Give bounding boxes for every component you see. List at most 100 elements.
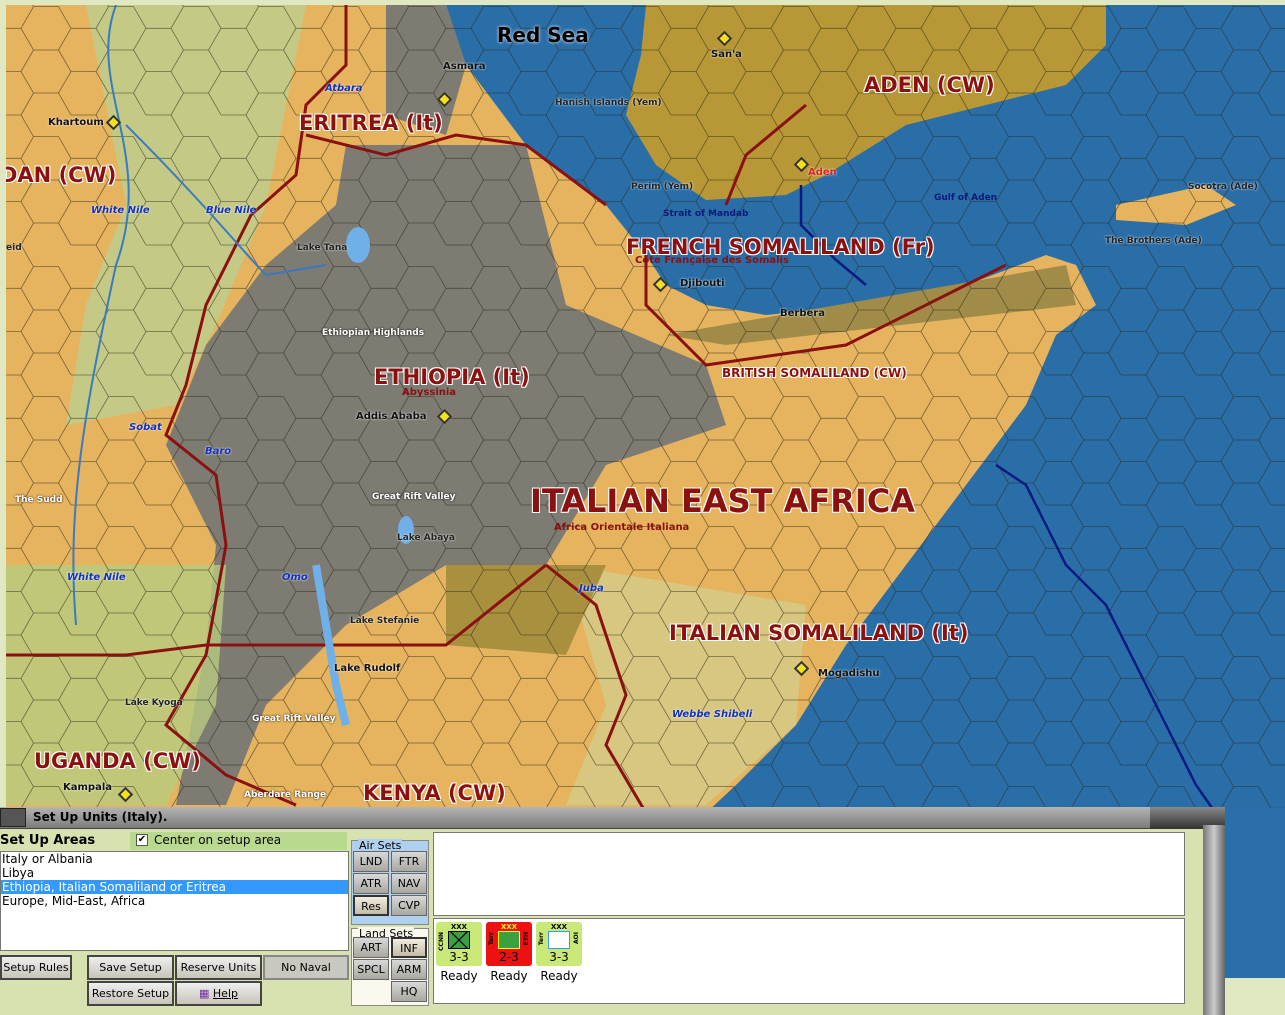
air-set-ftr[interactable]: FTR xyxy=(391,851,427,872)
country-label: DAN (CW) xyxy=(0,163,117,187)
feature-label: Hanish Islands (Yem) xyxy=(555,98,662,108)
feature-label: Aberdare Range xyxy=(244,790,327,800)
region-subtitle: Abyssinia xyxy=(402,387,457,398)
air-set-nav[interactable]: NAV xyxy=(391,873,427,894)
list-item[interactable]: Libya xyxy=(1,866,348,880)
sea-label: Red Sea xyxy=(497,23,589,47)
river-label: Sobat xyxy=(129,422,162,433)
feature-label: Lake Kyoga xyxy=(125,698,183,708)
unit-size: XXX xyxy=(500,923,518,931)
feature-label: Lake Tana xyxy=(297,243,348,253)
region-subtitle: Africa Orientale Italiana xyxy=(554,522,690,533)
city-label: Kampala xyxy=(63,782,112,793)
restore-setup-button[interactable]: Restore Setup xyxy=(87,981,174,1006)
unit-counter[interactable]: XXX Terr ETH 2-3 Ready xyxy=(486,922,532,983)
unit-type: CCNN xyxy=(438,932,445,951)
center-on-setup-area-row[interactable]: ✔ Center on setup area xyxy=(130,832,347,850)
panel-title-bar[interactable]: Set Up Units (Italy). xyxy=(0,807,1225,829)
panel-scrollbar[interactable] xyxy=(1203,825,1225,1015)
feature-label: Great Rift Valley xyxy=(252,714,336,724)
no-naval-button[interactable]: No Naval xyxy=(263,955,349,980)
air-set-res[interactable]: Res xyxy=(353,895,389,916)
save-setup-button[interactable]: Save Setup xyxy=(87,955,174,980)
city-label: Khartoum xyxy=(48,117,104,128)
territorial-infantry-icon xyxy=(498,931,520,949)
unit-size: XXX xyxy=(450,923,468,931)
river-label: Blue Nile xyxy=(206,205,257,216)
setup-rules-button[interactable]: Setup Rules xyxy=(0,955,72,980)
air-set-atr[interactable]: ATR xyxy=(353,873,389,894)
country-label: ERITREA (It) xyxy=(299,111,443,135)
units-tray: XXX CCNN 3-3 Ready XXX Terr ETH 2-3 Read… xyxy=(433,918,1185,1004)
unit-counter[interactable]: XXX Terr AOI 3-3 Ready xyxy=(536,922,582,983)
feature-label: Great Rift Valley xyxy=(372,492,456,502)
unit-status: Ready xyxy=(490,969,528,983)
unit-counter-chip[interactable]: XXX Terr AOI 3-3 xyxy=(536,922,582,966)
unit-info-box xyxy=(433,832,1185,916)
center-on-setup-area-checkbox[interactable]: ✔ xyxy=(136,834,148,846)
city-label: Asmara xyxy=(443,61,486,72)
map-bottom-strip xyxy=(1225,978,1285,1015)
unit-status: Ready xyxy=(440,969,478,983)
country-label: BRITISH SOMALILAND (CW) xyxy=(722,366,907,380)
country-label: UGANDA (CW) xyxy=(34,749,201,773)
air-set-lnd[interactable]: LND xyxy=(353,851,389,872)
feature-label: Perim (Yem) xyxy=(631,182,694,192)
region-subtitle: Côte Française des Somalis xyxy=(635,255,789,266)
air-set-cvp[interactable]: CVP xyxy=(391,895,427,916)
unit-region: ETH xyxy=(523,932,530,946)
list-item[interactable]: Italy or Albania xyxy=(1,852,348,866)
unit-region: AOI xyxy=(573,932,580,944)
unit-size: XXX xyxy=(550,923,568,931)
country-label: ITALIAN EAST AFRICA xyxy=(530,482,916,520)
unit-counter-chip[interactable]: XXX Terr ETH 2-3 xyxy=(486,922,532,966)
city-label: Mogadishu xyxy=(818,668,880,679)
territorial-infantry-icon xyxy=(548,931,570,949)
list-item-selected[interactable]: Ethiopia, Italian Somaliland or Eritrea xyxy=(1,880,348,894)
list-item[interactable]: Europe, Mid-East, Africa xyxy=(1,894,348,908)
feature-label: eid xyxy=(6,243,22,253)
city-label: Djibouti xyxy=(680,278,725,289)
panel-title: Set Up Units (Italy). xyxy=(33,810,168,824)
river-label: Omo xyxy=(282,572,308,583)
land-set-arm[interactable]: ARM xyxy=(391,959,427,980)
help-button[interactable]: ▦ Help xyxy=(175,981,262,1006)
land-sets-group: Land Sets ART INF SPCL ARM HQ xyxy=(351,927,429,1006)
unit-strength: 2-3 xyxy=(499,950,519,964)
unit-counter-chip[interactable]: XXX CCNN 3-3 xyxy=(436,922,482,966)
center-on-setup-area-label: Center on setup area xyxy=(154,833,282,847)
reserve-units-button[interactable]: Reserve Units xyxy=(175,955,262,980)
land-set-spcl[interactable]: SPCL xyxy=(353,959,389,980)
feature-label: Gulf of Aden xyxy=(934,193,998,203)
city-label: Berbera xyxy=(780,308,825,319)
unit-type: Terr xyxy=(538,932,545,946)
land-set-art[interactable]: ART xyxy=(353,937,389,958)
feature-label: The Brothers (Ade) xyxy=(1105,236,1202,246)
feature-label: Lake Abaya xyxy=(397,533,455,543)
feature-label: The Sudd xyxy=(15,495,63,505)
help-label: Help xyxy=(212,987,238,1000)
unit-strength: 3-3 xyxy=(449,950,469,964)
river-label: Webbe Shibeli xyxy=(672,709,753,720)
setup-areas-list[interactable]: Italy or Albania Libya Ethiopia, Italian… xyxy=(0,851,349,951)
country-label: KENYA (CW) xyxy=(363,781,506,805)
river-label: Baro xyxy=(205,446,232,457)
land-set-inf[interactable]: INF xyxy=(391,937,427,958)
river-label: White Nile xyxy=(91,205,150,216)
city-label: Aden xyxy=(808,167,837,178)
panel-menu-button[interactable] xyxy=(0,808,26,827)
help-book-icon: ▦ xyxy=(199,987,213,1000)
river-label: White Nile xyxy=(67,572,126,583)
city-label: San'a xyxy=(711,49,742,60)
infantry-icon xyxy=(448,931,470,949)
country-label: ITALIAN SOMALILAND (It) xyxy=(669,621,969,645)
country-label: ADEN (CW) xyxy=(864,73,995,97)
setup-areas-header: Set Up Areas xyxy=(0,833,96,848)
feature-label: Socotra (Ade) xyxy=(1188,182,1258,192)
unit-counter[interactable]: XXX CCNN 3-3 Ready xyxy=(436,922,482,983)
river-label: Atbara xyxy=(325,83,363,94)
feature-label: Ethiopian Highlands xyxy=(322,328,425,338)
river-label: Juba xyxy=(579,583,604,594)
game-map[interactable]: Red Sea ERITREA (It) DAN (CW) ADEN (CW) … xyxy=(0,0,1285,808)
land-set-hq[interactable]: HQ xyxy=(391,981,427,1002)
